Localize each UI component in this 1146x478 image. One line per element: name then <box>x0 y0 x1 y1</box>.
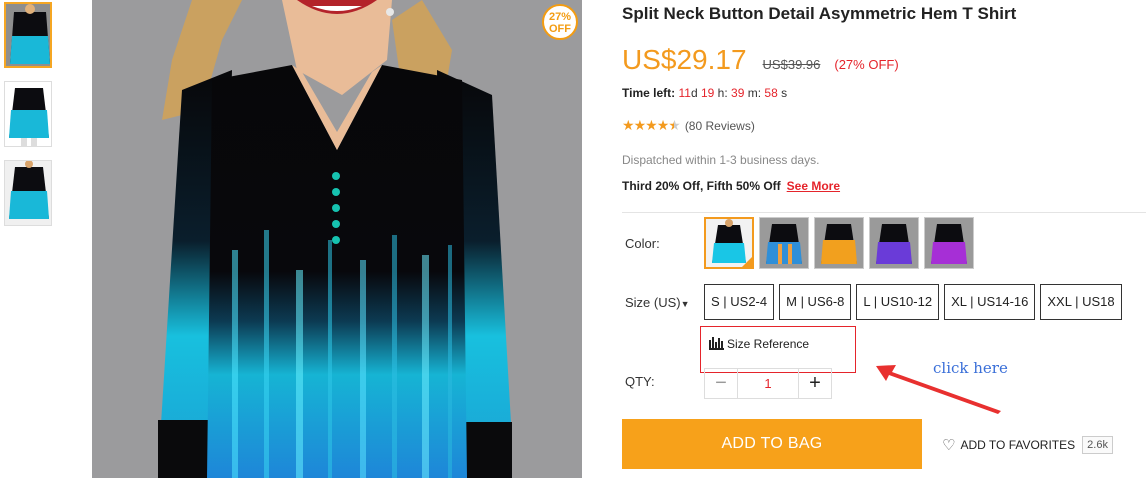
add-to-favorites-button[interactable]: ♡ ADD TO FAVORITES 2.6k <box>942 436 1113 454</box>
favorites-count: 2.6k <box>1082 436 1113 454</box>
discount-percent: (27% OFF) <box>834 57 899 72</box>
thumbnail-image <box>6 4 50 66</box>
color-swatch-purple[interactable] <box>869 217 919 269</box>
size-reference-label: Size Reference <box>727 337 810 351</box>
swatch-image <box>760 218 808 268</box>
color-label: Color: <box>625 236 660 251</box>
countdown-days: 11 <box>678 86 691 100</box>
rating[interactable]: ★★★★★ (80 Reviews) <box>622 117 755 134</box>
add-to-bag-button[interactable]: ADD TO BAG <box>622 419 922 469</box>
swatch-image <box>870 218 918 268</box>
countdown-hours-unit: h: <box>717 86 728 100</box>
thumbnail-1[interactable] <box>4 2 52 68</box>
current-price: US$29.17 <box>622 44 747 75</box>
thumbnail-3[interactable] <box>4 160 52 226</box>
size-options: S | US2-4 M | US6-8 L | US10-12 XL | US1… <box>704 284 1127 320</box>
qty-input[interactable]: 1 <box>737 369 799 398</box>
size-option-l[interactable]: L | US10-12 <box>856 284 940 320</box>
see-more-link[interactable]: See More <box>787 179 840 193</box>
price-row: US$29.17 US$39.96 (27% OFF) <box>622 44 899 76</box>
size-option-xxl[interactable]: XXL | US18 <box>1040 284 1122 320</box>
discount-badge-off: OFF <box>549 23 571 35</box>
promo: Third 20% Off, Fifth 50% Off See More <box>622 179 840 193</box>
qty-increase-button[interactable]: + <box>799 369 831 398</box>
product-title: Split Neck Button Detail Asymmetric Hem … <box>622 4 1017 23</box>
main-product-image: 27% OFF <box>92 0 582 478</box>
selected-corner-icon <box>742 257 752 267</box>
countdown-seconds-unit: s <box>781 86 788 100</box>
color-swatch-blue-orange[interactable] <box>759 217 809 269</box>
countdown-minutes: 39 <box>731 86 745 100</box>
star-rating-icon: ★★★★★ <box>622 117 681 133</box>
size-option-s[interactable]: S | US2-4 <box>704 284 775 320</box>
color-swatch-orange[interactable] <box>814 217 864 269</box>
shirt-illustration <box>92 0 582 478</box>
color-swatch-magenta[interactable] <box>924 217 974 269</box>
click-here-annotation: click here <box>933 359 1008 377</box>
thumbnail-image <box>5 82 51 146</box>
size-label-text: Size (US) <box>625 295 681 310</box>
dispatch-info: Dispatched within 1-3 business days. <box>622 153 820 167</box>
countdown-hours: 19 <box>700 86 715 100</box>
countdown-days-unit: d <box>690 86 698 100</box>
thumbnail-list <box>4 2 52 239</box>
color-swatch-cyan[interactable] <box>704 217 754 269</box>
review-count[interactable]: (80 Reviews) <box>685 119 755 133</box>
color-swatches <box>704 217 979 269</box>
size-reference-highlight: Size Reference <box>700 326 856 373</box>
thumbnail-image <box>5 161 51 225</box>
countdown: Time left: 11d 19 h: 39 m: 58 s <box>622 86 787 100</box>
size-label[interactable]: Size (US)▼ <box>625 295 690 310</box>
time-left-label: Time left: <box>622 86 676 100</box>
countdown-minutes-unit: m: <box>747 86 762 100</box>
original-price: US$39.96 <box>762 57 821 72</box>
size-option-m[interactable]: M | US6-8 <box>779 284 852 320</box>
quantity-stepper: − 1 + <box>704 368 832 399</box>
qty-label: QTY: <box>625 374 655 389</box>
thumbnail-2[interactable] <box>4 81 52 147</box>
add-to-favorites-label: ADD TO FAVORITES <box>960 438 1076 452</box>
countdown-seconds: 58 <box>764 86 778 100</box>
swatch-image <box>925 218 973 268</box>
size-option-xl[interactable]: XL | US14-16 <box>944 284 1036 320</box>
heart-icon: ♡ <box>942 437 956 454</box>
discount-badge: 27% OFF <box>542 4 578 40</box>
discount-badge-percent: 27% <box>548 11 572 23</box>
caret-down-icon: ▼ <box>680 299 690 309</box>
bar-chart-icon <box>709 337 724 350</box>
divider <box>622 212 1146 213</box>
size-reference-link[interactable]: Size Reference <box>709 337 809 351</box>
swatch-image <box>815 218 863 268</box>
promo-text: Third 20% Off, Fifth 50% Off <box>622 179 781 193</box>
qty-decrease-button[interactable]: − <box>705 369 737 398</box>
